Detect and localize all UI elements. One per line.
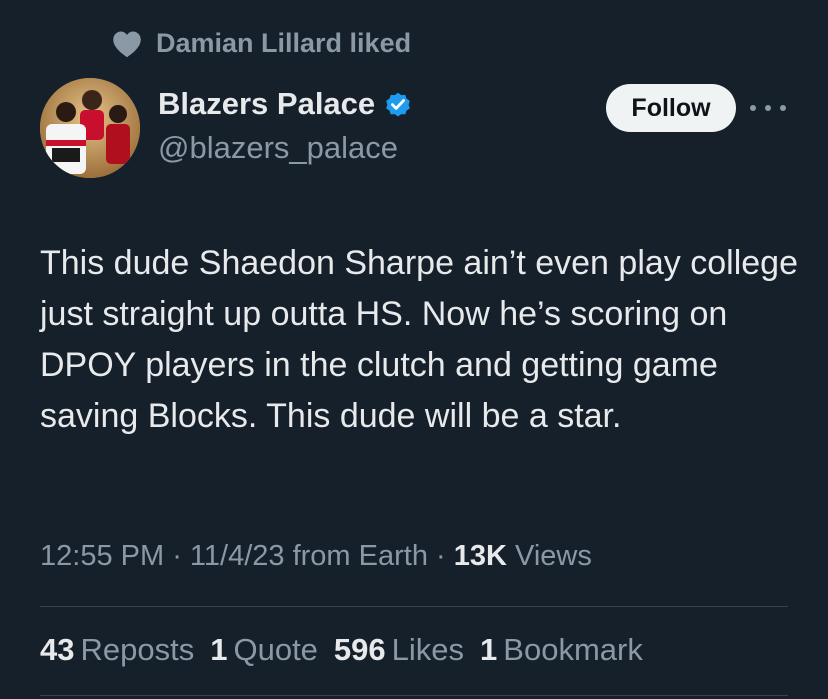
social-context[interactable]: Damian Lillard liked (112, 28, 411, 59)
meta-separator: · (436, 540, 454, 572)
tweet-meta: 12:55 PM · 11/4/23 from Earth · 13K View… (40, 540, 592, 573)
author-name-row[interactable]: Blazers Palace (158, 86, 413, 122)
bookmarks-stat[interactable]: 1 Bookmark (480, 632, 643, 668)
more-options-icon[interactable] (750, 96, 786, 120)
reposts-stat[interactable]: 43 Reposts (40, 632, 194, 668)
tweet-time[interactable]: 12:55 PM (40, 540, 164, 572)
likes-stat[interactable]: 596 Likes (334, 632, 464, 668)
author-name[interactable]: Blazers Palace (158, 86, 375, 122)
divider (40, 695, 788, 696)
divider (40, 606, 788, 607)
reposts-label: Reposts (80, 632, 195, 667)
quotes-count: 1 (210, 632, 228, 667)
author-handle[interactable]: @blazers_palace (158, 130, 398, 166)
quotes-stat[interactable]: 1 Quote (210, 632, 318, 668)
views-count: 13K (453, 540, 507, 572)
avatar[interactable] (40, 78, 140, 178)
engagement-stats: 43 Reposts 1 Quote 596 Likes 1 Bookmark (40, 632, 659, 668)
tweet-source: from Earth (292, 540, 428, 572)
quotes-label: Quote (233, 632, 318, 667)
social-context-label: Damian Lillard liked (156, 28, 412, 58)
more-dot (750, 105, 756, 111)
follow-button[interactable]: Follow (606, 84, 736, 132)
reposts-count: 43 (40, 632, 75, 667)
likes-count: 596 (333, 632, 386, 667)
more-dot (780, 105, 786, 111)
tweet-date[interactable]: 11/4/23 (190, 540, 285, 572)
more-dot (765, 105, 771, 111)
likes-label: Likes (391, 632, 465, 667)
tweet-text: This dude Shaedon Sharpe ain’t even play… (40, 244, 798, 435)
meta-separator: · (172, 540, 190, 572)
heart-icon (113, 31, 141, 57)
avatar-image (40, 78, 140, 178)
tweet-detail: Damian Lillard liked Blazers Palace @bla… (0, 0, 828, 699)
bookmarks-count: 1 (480, 632, 498, 667)
verified-badge-icon (386, 92, 411, 117)
bookmarks-label: Bookmark (503, 632, 643, 667)
views-label: Views (515, 540, 592, 572)
